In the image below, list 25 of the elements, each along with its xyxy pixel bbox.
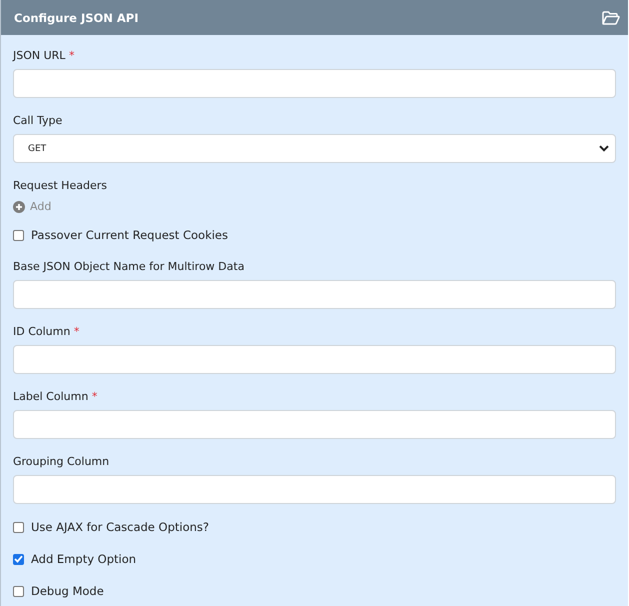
checkbox-label: Debug Mode [31, 584, 104, 598]
checkbox[interactable] [13, 586, 24, 596]
field-label: ID Column * [13, 324, 80, 340]
chevron-down-icon [599, 145, 609, 152]
input-field[interactable] [13, 69, 616, 98]
input-field[interactable] [13, 280, 616, 309]
folder-icon[interactable] [602, 10, 620, 24]
checkbox[interactable] [13, 554, 24, 564]
input-field[interactable] [13, 410, 616, 439]
checkbox[interactable] [13, 230, 24, 240]
field-label: Label Column * [13, 389, 98, 405]
field-label: Grouping Column [13, 454, 110, 470]
checkbox-label: Use AJAX for Cascade Options? [31, 520, 210, 534]
call-type-select[interactable]: GET [13, 134, 616, 163]
field-label: Call Type [13, 113, 64, 129]
input-field[interactable] [13, 345, 616, 374]
panel-title: Configure JSON API [14, 10, 139, 24]
field-label: Request Headers [13, 178, 108, 194]
checkbox[interactable] [13, 522, 24, 532]
checkbox-label: Passover Current Request Cookies [31, 228, 228, 242]
plus-circle-icon [13, 200, 25, 212]
input-field[interactable] [13, 475, 616, 504]
field-label: JSON URL * [13, 48, 76, 64]
checkbox-label: Add Empty Option [31, 552, 136, 566]
field-label: Base JSON Object Name for Multirow Data [13, 259, 246, 275]
